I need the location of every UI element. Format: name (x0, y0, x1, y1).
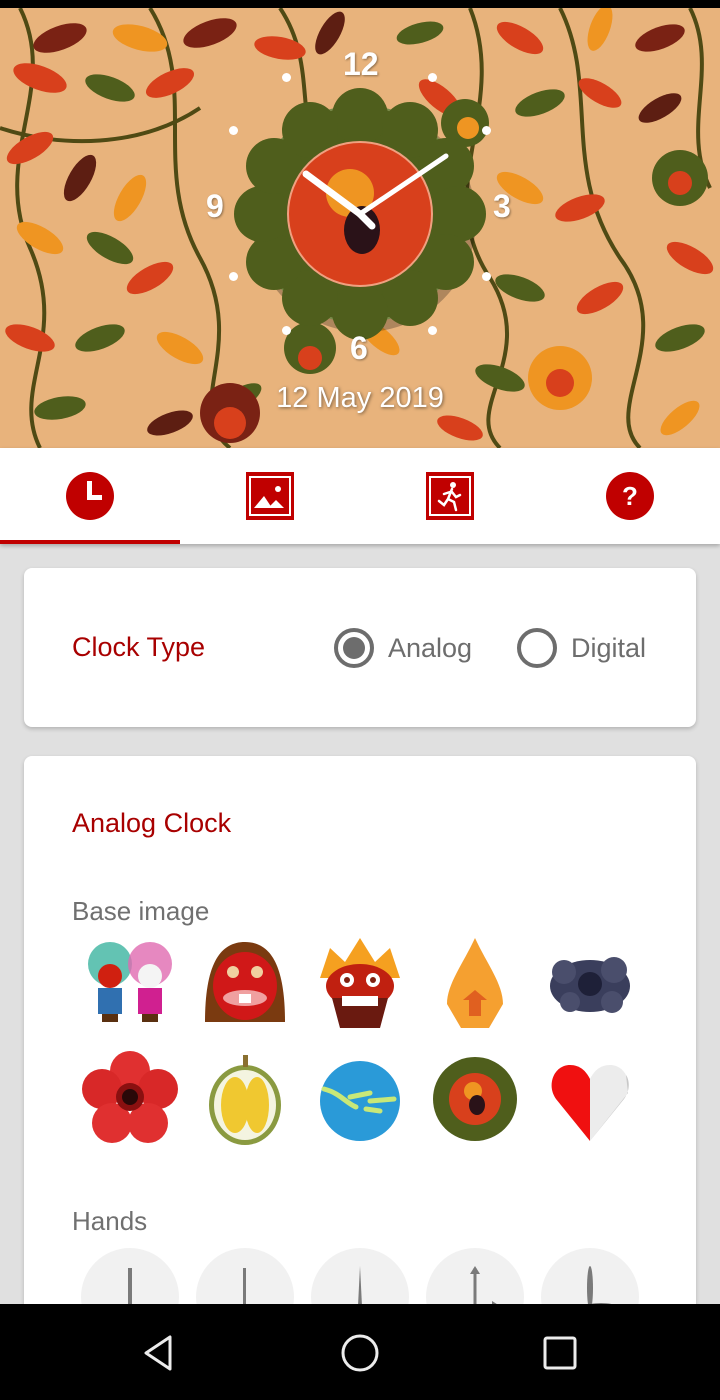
durian-icon (209, 1055, 281, 1145)
tab-activity[interactable] (360, 448, 540, 544)
hands-label: Hands (72, 1206, 148, 1236)
base-image-label: Base image (72, 896, 210, 926)
tab-wallpaper[interactable] (180, 448, 360, 544)
base-image-durian[interactable] (195, 1049, 295, 1149)
recents-icon (543, 1336, 577, 1370)
image-icon (246, 472, 294, 520)
svg-text:?: ? (622, 481, 638, 511)
status-bar (0, 0, 720, 8)
question-icon: ? (606, 472, 654, 520)
system-navigation-bar (0, 1304, 720, 1400)
tab-clock[interactable] (0, 448, 180, 544)
back-button[interactable] (130, 1328, 190, 1378)
clock-hour-marker (428, 73, 437, 82)
tab-help[interactable]: ? (540, 448, 720, 544)
radio-digital-circle[interactable] (517, 628, 557, 668)
selected-tab-indicator (0, 540, 180, 544)
radio-digital[interactable]: Digital (517, 628, 646, 668)
clock-date: 12 May 2019 (276, 382, 444, 414)
radio-analog-label: Analog (388, 632, 473, 663)
clock-hour-marker (282, 326, 291, 335)
indonesia-globe-icon (320, 1061, 400, 1141)
rafflesia-icon (82, 1051, 178, 1143)
clock-numeral-12: 12 (343, 46, 379, 82)
home-button[interactable] (330, 1328, 390, 1378)
clock-hour-marker (229, 272, 238, 281)
base-image-batik-flower[interactable] (425, 1049, 525, 1149)
batik-flower-icon (433, 1057, 517, 1141)
radio-analog[interactable]: Analog (334, 628, 472, 668)
analog-clock-card: Analog Clock Base image Hands (24, 756, 696, 1396)
clock-hour-marker (428, 326, 437, 335)
clock-numeral-3: 3 (493, 188, 511, 224)
base-image-rafflesia[interactable] (80, 1049, 180, 1149)
barong-mask-icon (320, 938, 400, 1028)
base-image-red-mask[interactable] (195, 934, 295, 1034)
base-image-mega-mendung[interactable] (540, 934, 640, 1034)
radio-analog-circle[interactable] (334, 628, 374, 668)
radio-selected-dot (343, 637, 365, 659)
base-image-ondel-ondel[interactable] (80, 934, 180, 1034)
back-icon (144, 1335, 172, 1371)
clock-type-label: Clock Type (72, 632, 206, 662)
gunungan-icon (447, 938, 503, 1028)
base-image-barong-mask[interactable] (310, 934, 410, 1034)
clock-type-card: Clock Type Analog Digital (24, 568, 696, 727)
running-man-icon (426, 472, 474, 520)
home-icon (341, 1334, 379, 1372)
clock-numeral-6: 6 (350, 330, 368, 366)
base-image-indonesia-globe[interactable] (310, 1049, 410, 1149)
clock-preview: 12 3 6 9 12 May 2019 (0, 8, 720, 448)
clock-hour-marker (282, 73, 291, 82)
clock-numeral-9: 9 (206, 188, 224, 224)
clock-hour-marker (482, 272, 491, 281)
mega-mendung-cloud-icon (550, 957, 630, 1013)
analog-clock-title: Analog Clock (72, 808, 232, 838)
red-white-heart-icon (551, 1065, 629, 1141)
recents-button[interactable] (530, 1328, 590, 1378)
ondel-ondel-icon (88, 942, 172, 1022)
radio-digital-label: Digital (571, 632, 647, 663)
red-mask-icon (205, 942, 285, 1022)
clock-hour-marker (229, 126, 238, 135)
clock-icon (66, 472, 114, 520)
clock-hour-marker (482, 126, 491, 135)
tab-bar: ? (0, 448, 720, 544)
base-image-gunungan[interactable] (425, 934, 525, 1034)
base-image-red-white-heart[interactable] (540, 1049, 640, 1149)
